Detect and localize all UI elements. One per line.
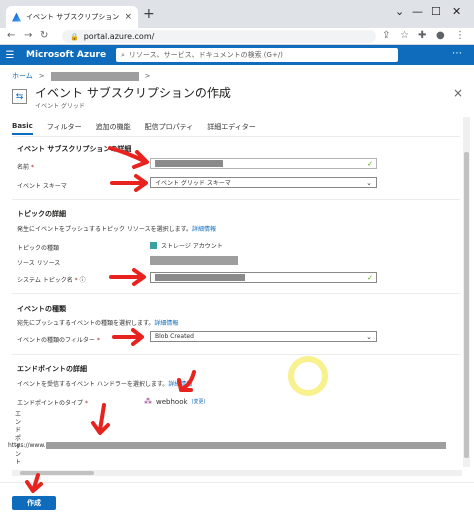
forward-icon[interactable]: → bbox=[24, 30, 32, 42]
event-type-filter-value: Blob Created bbox=[155, 333, 194, 340]
event-type-filter-label: イベントの種類のフィルター * bbox=[17, 337, 100, 344]
search-placeholder: リソース、サービス、ドキュメントの検索 (G+/) bbox=[128, 51, 283, 59]
endpoint-learn-more-link[interactable]: 詳細情報 bbox=[168, 381, 192, 388]
extensions-icon[interactable]: ✚ bbox=[418, 30, 426, 42]
endpoint-description: イベントを受信するイベント ハンドラーを選択します。詳細情報 bbox=[17, 381, 193, 388]
profile-avatar-icon[interactable]: ● bbox=[436, 30, 445, 42]
hamburger-menu-icon[interactable]: ☰ bbox=[2, 50, 18, 61]
topic-heading: トピックの詳細 bbox=[17, 210, 66, 218]
tab-title: イベント サブスクリプションの作成 - M bbox=[26, 13, 120, 21]
event-types-learn-more-link[interactable]: 詳細情報 bbox=[154, 320, 178, 327]
url-text: portal.azure.com/ bbox=[83, 32, 155, 41]
horizontal-scroll-thumb[interactable] bbox=[20, 471, 94, 475]
endpoint-url-row: https://www. bbox=[8, 441, 461, 449]
change-endpoint-link[interactable]: (変更) bbox=[192, 398, 206, 405]
event-schema-value: イベント グリッド スキーマ bbox=[155, 180, 231, 187]
event-types-description: 宛先にプッシュするイベントの種類を選択します。詳細情報 bbox=[17, 320, 179, 327]
cursor-highlight-circle bbox=[288, 356, 328, 396]
system-topic-input[interactable]: ✓ bbox=[150, 272, 377, 283]
minimize-button[interactable]: — bbox=[412, 5, 423, 18]
breadcrumb-redacted[interactable] bbox=[50, 71, 139, 81]
topic-type-value: ストレージ アカウント bbox=[150, 241, 223, 250]
maximize-button[interactable]: ☐ bbox=[431, 5, 441, 18]
search-icon: ⌕ bbox=[121, 50, 125, 59]
lock-icon: 🔒 bbox=[70, 32, 79, 41]
azure-brand[interactable]: Microsoft Azure bbox=[26, 50, 106, 60]
source-resource-redacted bbox=[150, 256, 238, 265]
valid-check-icon: ✓ bbox=[367, 273, 373, 282]
page-header: ⇆ イベント サブスクリプションの作成 イベント グリッド bbox=[12, 86, 231, 110]
chevron-down-icon: ⌄ bbox=[366, 178, 372, 187]
name-input[interactable]: ✓ bbox=[150, 158, 377, 169]
source-resource-value bbox=[150, 256, 238, 265]
storage-account-icon bbox=[150, 242, 157, 249]
endpoint-vertical-label: エンドポイント bbox=[15, 411, 22, 466]
bookmark-star-icon[interactable]: ☆ bbox=[400, 30, 409, 42]
chevron-down-icon[interactable]: ⌄ bbox=[395, 5, 404, 18]
close-window-button[interactable]: ✕ bbox=[452, 5, 461, 18]
topic-learn-more-link[interactable]: 詳細情報 bbox=[192, 226, 216, 233]
address-bar[interactable]: 🔒 portal.azure.com/ bbox=[62, 30, 376, 43]
name-label: 名前 * bbox=[17, 164, 34, 171]
topic-description: 発生にイベントをプッシュするトピック リソースを選択します。詳細情報 bbox=[17, 226, 217, 233]
tab-divider bbox=[12, 136, 460, 137]
breadcrumb-separator: > bbox=[38, 72, 45, 80]
footer-bar bbox=[0, 482, 474, 517]
event-type-filter-select[interactable]: Blob Created ⌄ bbox=[150, 331, 377, 342]
section-divider bbox=[12, 293, 460, 294]
valid-check-icon: ✓ bbox=[367, 159, 373, 168]
page-subtitle: イベント グリッド bbox=[35, 103, 85, 110]
system-topic-label: システム トピック名 * ⓘ bbox=[17, 277, 86, 284]
tab-advanced-editor[interactable]: 詳細エディター bbox=[207, 122, 256, 135]
breadcrumb-home[interactable]: ホーム bbox=[12, 71, 33, 81]
tab-filters[interactable]: フィルター bbox=[47, 122, 82, 135]
webhook-icon: ⁂ bbox=[144, 397, 152, 406]
browser-tab[interactable]: イベント サブスクリプションの作成 - M × bbox=[6, 6, 138, 28]
azure-search-input[interactable]: ⌕ リソース、サービス、ドキュメントの検索 (G+/) bbox=[116, 48, 398, 62]
tab-delivery-properties[interactable]: 配信プロパティ bbox=[145, 122, 194, 135]
subscription-heading: イベント サブスクリプションの詳細 bbox=[17, 145, 132, 153]
tab-bar: Basic フィルター 追加の機能 配信プロパティ 詳細エディター bbox=[12, 122, 256, 135]
browser-navbar: ← → ↻ 🔒 portal.azure.com/ ⇪ ☆ ✚ ● ⋮ bbox=[0, 28, 474, 45]
azure-more-icon[interactable]: ⋯ bbox=[452, 48, 462, 59]
share-icon[interactable]: ⇪ bbox=[382, 30, 390, 42]
page-title: イベント サブスクリプションの作成 bbox=[35, 86, 231, 100]
endpoint-type-label: エンドポイントのタイプ * bbox=[17, 400, 88, 407]
page-more-icon[interactable]: … bbox=[214, 88, 224, 99]
endpoint-url-prefix: https://www. bbox=[8, 441, 46, 449]
azure-favicon-icon bbox=[12, 12, 21, 22]
vertical-scroll-thumb[interactable] bbox=[464, 152, 469, 458]
browser-menu-icon[interactable]: ⋮ bbox=[455, 30, 465, 42]
create-button[interactable]: 作成 bbox=[12, 496, 56, 510]
tab-close-icon[interactable]: × bbox=[124, 12, 132, 22]
tab-additional-features[interactable]: 追加の機能 bbox=[96, 122, 131, 135]
tab-basic[interactable]: Basic bbox=[12, 122, 33, 135]
name-redacted bbox=[155, 160, 223, 167]
event-schema-label: イベント スキーマ bbox=[17, 183, 67, 190]
close-blade-icon[interactable]: × bbox=[453, 86, 463, 100]
section-divider bbox=[12, 354, 460, 355]
breadcrumb-separator: > bbox=[144, 72, 151, 80]
breadcrumb: ホーム > > bbox=[12, 71, 151, 81]
event-subscription-icon: ⇆ bbox=[12, 89, 27, 104]
event-types-heading: イベントの種類 bbox=[17, 305, 66, 313]
back-icon[interactable]: ← bbox=[7, 30, 15, 42]
section-divider bbox=[12, 199, 460, 200]
event-schema-select[interactable]: イベント グリッド スキーマ ⌄ bbox=[150, 177, 377, 188]
info-icon: ⓘ bbox=[79, 277, 86, 284]
chevron-down-icon: ⌄ bbox=[366, 332, 372, 341]
endpoint-heading: エンドポイントの詳細 bbox=[17, 365, 87, 373]
azure-header: ☰ Microsoft Azure ⌕ リソース、サービス、ドキュメントの検索 … bbox=[0, 45, 474, 65]
new-tab-button[interactable]: + bbox=[143, 7, 155, 21]
reload-icon[interactable]: ↻ bbox=[40, 30, 48, 42]
source-resource-label: ソース リソース bbox=[17, 260, 61, 267]
endpoint-url-redacted bbox=[45, 441, 446, 449]
form-content: イベント サブスクリプションの詳細 名前 * ✓ イベント スキーマ イベント … bbox=[12, 136, 460, 468]
topic-type-label: トピックの種類 bbox=[17, 245, 60, 252]
system-topic-redacted bbox=[155, 274, 245, 281]
browser-titlebar: イベント サブスクリプションの作成 - M × + ⌄ — ☐ ✕ bbox=[0, 0, 474, 28]
endpoint-type-value: ⁂ webhook (変更) bbox=[144, 397, 206, 406]
